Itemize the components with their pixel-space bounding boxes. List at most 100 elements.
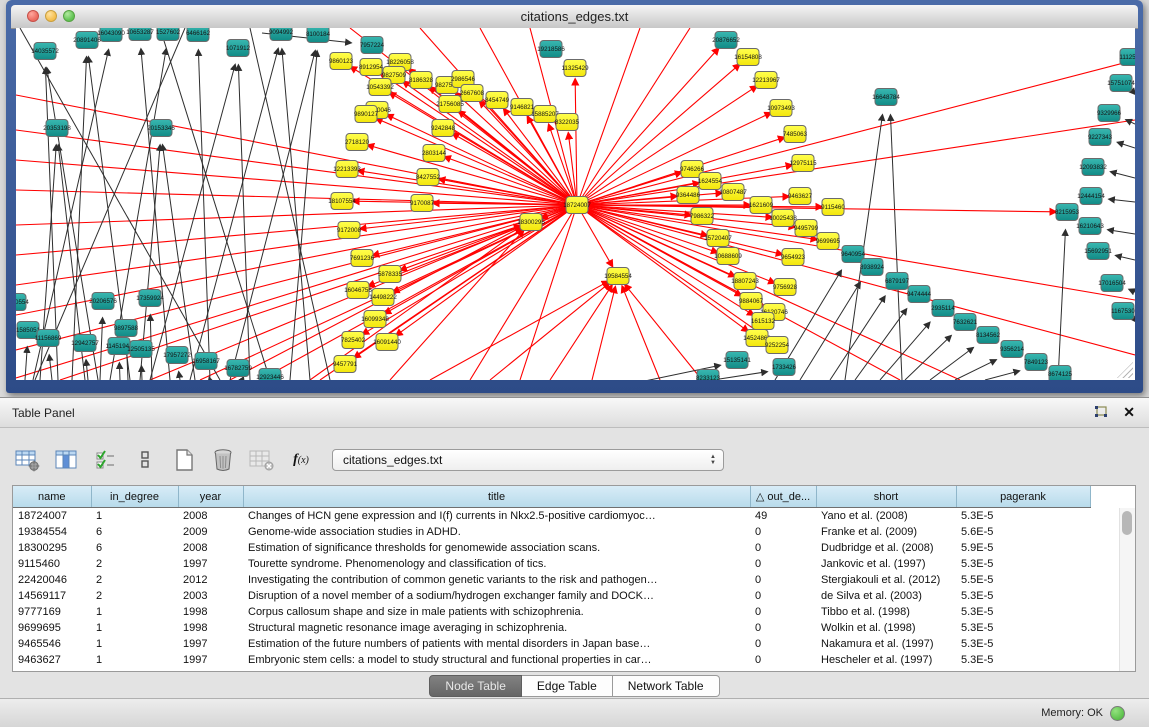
table-cell[interactable]: Embryonic stem cells: a model to study s… [243,652,750,668]
table-cell[interactable]: 2 [91,556,178,572]
new-table-icon[interactable] [170,446,198,474]
graph-edge[interactable] [250,28,330,380]
graph-edge[interactable] [1117,142,1135,148]
table-cell[interactable]: Investigating the contribution of common… [243,572,750,588]
table-cell[interactable]: 1 [91,652,178,668]
graph-edge[interactable] [198,50,210,380]
graph-edge[interactable] [880,322,930,380]
table-cell[interactable]: 1998 [178,604,243,620]
network-svg[interactable]: 1403557220891406160430901065328715276026… [16,28,1135,380]
network-canvas[interactable]: 1403557220891406160430901065328715276026… [16,28,1135,380]
graph-edge[interactable] [141,49,170,380]
table-cell[interactable]: 9777169 [13,604,91,620]
column-header-in-degree[interactable]: in_degree [91,486,178,508]
table-cell[interactable]: Estimation of the future numbers of pati… [243,636,750,652]
table-cell[interactable]: Nakamura et al. (1997) [816,636,956,652]
close-panel-icon[interactable]: ✕ [1123,404,1135,421]
table-row[interactable]: 2242004622012Investigating the contribut… [13,572,1090,588]
column-header-name[interactable]: name [13,486,91,508]
table-cell[interactable]: 5.3E-5 [956,620,1090,636]
graph-edge[interactable] [625,285,702,380]
graph-edge[interactable] [1111,172,1135,178]
graph-edge[interactable] [368,145,577,205]
graph-edge[interactable] [1109,199,1135,202]
table-cell[interactable]: Yano et al. (2008) [816,508,956,525]
table-cell[interactable]: 6 [91,524,178,540]
graph-edge[interactable] [592,287,615,380]
function-builder-icon[interactable]: f(x) [287,446,315,474]
table-cell[interactable]: Changes of HCN gene expression and I(f) … [243,508,750,525]
tab-network-table[interactable]: Network Table [613,675,720,697]
column-visibility-icon[interactable] [53,446,81,474]
table-cell[interactable]: Hescheler et al. (1997) [816,652,956,668]
table-cell[interactable]: 18300295 [13,540,91,556]
scrollbar-thumb[interactable] [1122,511,1132,535]
graph-edge[interactable] [890,115,902,380]
table-cell[interactable]: 0 [750,636,816,652]
table-cell[interactable]: 2 [91,588,178,604]
delete-table-icon[interactable] [209,446,237,474]
table-cell[interactable]: 0 [750,604,816,620]
table-row[interactable]: 1938455462009Genome-wide association stu… [13,524,1090,540]
graph-edge[interactable] [396,205,577,336]
table-cell[interactable]: 1997 [178,556,243,572]
table-cell[interactable]: 0 [750,588,816,604]
column-header-year[interactable]: year [178,486,243,508]
table-cell[interactable]: Corpus callosum shape and size in male p… [243,604,750,620]
graph-edge[interactable] [490,283,609,380]
graph-edge[interactable] [575,79,577,205]
table-row[interactable]: 969969511998Structural magnetic resonanc… [13,620,1090,636]
close-window-button[interactable] [27,10,39,22]
table-cell[interactable]: Tourette syndrome. Phenomenology and cla… [243,556,750,572]
table-cell[interactable]: 2012 [178,572,243,588]
graph-edge[interactable] [119,363,120,380]
graph-edge[interactable] [100,318,103,380]
table-cell[interactable]: 0 [750,572,816,588]
table-cell[interactable]: Stergiakouli et al. (2012) [816,572,956,588]
table-cell[interactable]: 22420046 [13,572,91,588]
graph-edge[interactable] [550,285,612,380]
column-header-out-de-[interactable]: △ out_de... [750,486,816,508]
graph-edge[interactable] [16,205,577,255]
table-cell[interactable]: 18724007 [13,508,91,525]
table-cell[interactable]: 5.3E-5 [956,636,1090,652]
select-columns-icon[interactable] [92,446,120,474]
table-row[interactable]: 946554611997Estimation of the future num… [13,636,1090,652]
graph-edge[interactable] [190,49,278,380]
graph-edge[interactable] [955,360,996,380]
table-row[interactable]: 977716911998Corpus callosum shape and si… [13,604,1090,620]
graph-edge[interactable] [385,205,577,314]
tab-node-table[interactable]: Node Table [429,675,522,697]
table-cell[interactable]: Structural magnetic resonance image aver… [243,620,750,636]
table-cell[interactable]: 0 [750,540,816,556]
table-cell[interactable]: Tibbo et al. (1998) [816,604,956,620]
table-cell[interactable]: 5.3E-5 [956,604,1090,620]
table-cell[interactable]: Disruption of a novel member of a sodium… [243,588,750,604]
table-cell[interactable]: 5.9E-5 [956,540,1090,556]
table-cell[interactable]: 5.5E-5 [956,572,1090,588]
column-header-title[interactable]: title [243,486,750,508]
graph-edge[interactable] [60,225,521,380]
graph-edge[interactable] [160,28,270,380]
table-cell[interactable]: 0 [750,524,816,540]
column-header-pagerank[interactable]: pagerank [956,486,1090,508]
table-cell[interactable]: 6 [91,540,178,556]
table-cell[interactable]: Wolkin et al. (1998) [816,620,956,636]
graph-edge[interactable] [1108,230,1135,234]
graph-edge[interactable] [453,133,577,205]
zoom-window-button[interactable] [63,10,75,22]
table-cell[interactable]: 5.3E-5 [956,588,1090,604]
table-cell[interactable]: 49 [750,508,816,525]
graph-edge[interactable] [930,348,973,380]
table-cell[interactable]: 9115460 [13,556,91,572]
graph-edge[interactable] [1116,255,1135,260]
table-row[interactable]: 1456911722003Disruption of a novel membe… [13,588,1090,604]
row-height-icon[interactable] [131,446,159,474]
table-cell[interactable]: 1997 [178,652,243,668]
table-cell[interactable]: 0 [750,620,816,636]
table-row[interactable]: 946362711997Embryonic stem cells: a mode… [13,652,1090,668]
table-settings-icon[interactable] [14,446,42,474]
table-cell[interactable]: 2009 [178,524,243,540]
table-cell[interactable]: 5.6E-5 [956,524,1090,540]
table-cell[interactable]: 2008 [178,540,243,556]
